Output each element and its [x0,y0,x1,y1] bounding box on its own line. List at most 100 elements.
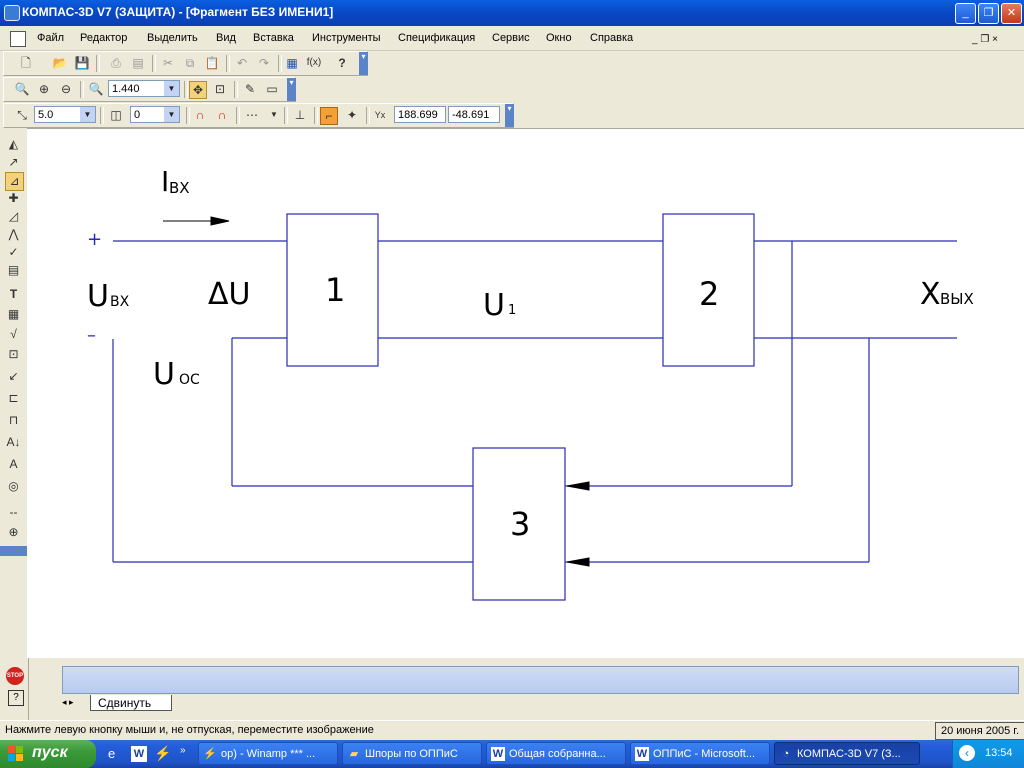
drawing-canvas[interactable]: I ВХ + – U ВХ ΔU U ОС U 1 X ВЫХ 1 2 3 [27,128,1024,659]
mdi-controls[interactable]: _ ❐ × [972,34,998,45]
menu-window[interactable]: Окно [546,32,572,44]
task-kompas[interactable]: ◔ КОМПАС-3D V7 (З... [774,742,920,765]
report-icon[interactable]: ▤ [5,262,22,279]
save-icon[interactable]: 💾 [74,55,90,71]
current-arrow-head [210,216,230,226]
coord-y-field[interactable]: -48.691 [448,106,500,123]
undo-icon[interactable]: ↶ [234,55,250,71]
menu-select[interactable]: Выделить [147,32,198,44]
paste-icon[interactable]: 📋 [204,55,220,71]
restore-button[interactable]: ❐ [978,3,999,24]
show-all-icon[interactable]: ⊡ [212,81,228,97]
chevron-down-icon[interactable]: ▼ [164,81,179,96]
layers-icon[interactable]: ◫ [108,107,124,123]
pan-icon[interactable]: ✥ [189,81,207,99]
print-icon[interactable]: ⎙ [108,55,124,71]
round-icon[interactable]: ✦ [344,107,360,123]
property-panel: STOP ? ◂ ▸ Сдвинуть [0,658,1024,720]
stop-icon[interactable]: STOP [6,667,24,685]
zoom-combo[interactable]: 1.440 ▼ [108,80,180,97]
text-icon[interactable]: T [5,286,22,303]
function-fx-icon[interactable]: f(x) [306,55,322,71]
library-icon[interactable]: ▦ [284,55,300,71]
coord-x-field[interactable]: 188.699 [394,106,446,123]
close-button[interactable]: ✕ [1001,3,1022,24]
preview-icon[interactable]: ▤ [130,55,146,71]
start-button[interactable]: пуск [0,740,96,768]
select-icon[interactable]: ⋀ [5,226,22,243]
kompas-app-icon[interactable] [4,5,20,21]
snap-magnet-icon[interactable]: ∩ [192,107,208,123]
tab-scroll-arrows[interactable]: ◂ ▸ [62,697,84,711]
local-snap-icon[interactable]: ∩ [214,107,230,123]
zoom-in-icon[interactable]: ⊕ [36,81,52,97]
open-file-icon[interactable]: 📂 [52,55,68,71]
section-icon[interactable]: A [5,456,22,473]
refresh-icon[interactable]: ✎ [242,81,258,97]
redo-icon[interactable]: ↷ [256,55,272,71]
geometry-icon[interactable]: ◭ [5,136,22,153]
task-folder-label: Шпоры по ОППиС [365,748,458,760]
ie-icon[interactable]: e [108,746,124,762]
chevron-down-icon[interactable]: ▼ [80,107,95,122]
base-icon[interactable]: ⊡ [5,346,22,363]
winamp-quick-icon[interactable]: ⚡ [154,745,171,761]
menu-insert[interactable]: Вставка [253,32,294,44]
leader-icon[interactable]: ↙ [5,368,22,385]
word-quick-icon[interactable]: W [131,746,147,762]
document-icon[interactable] [10,31,26,47]
menu-view[interactable]: Вид [216,32,236,44]
new-file-icon[interactable]: 🗋 [18,55,34,71]
zoom-window-icon[interactable]: 🔍 [14,81,30,97]
copy-icon[interactable]: ⧉ [182,55,198,71]
chevron-down-icon[interactable]: ▼ [164,107,179,122]
cut-icon[interactable]: ✂ [160,55,176,71]
measure-icon[interactable]: ◿ [5,208,22,225]
context-help-icon[interactable]: ? [334,55,350,71]
marker-icon[interactable]: ◎ [5,478,22,495]
grid-dropdown-icon[interactable]: ▼ [266,107,282,123]
roughness-icon[interactable]: √ [5,326,22,343]
menu-help[interactable]: Справка [590,32,633,44]
panel-expand-icon[interactable] [0,546,27,556]
centerline-icon[interactable]: -- [5,504,22,521]
toolbar-options-icon[interactable]: ▾ [287,78,296,101]
toolbar-options-icon[interactable]: ▾ [505,104,514,127]
menu-tools[interactable]: Инструменты [312,32,381,44]
tray-expand-icon[interactable]: ‹ [959,745,975,761]
clock[interactable]: 13:54 [985,747,1013,759]
task-winamp[interactable]: ⚡ op) - Winamp *** ... [198,742,338,765]
table-icon[interactable]: ▦ [5,306,22,323]
spec-icon[interactable]: ✓ [5,244,22,261]
view-arrow-icon[interactable]: ⊓ [5,412,22,429]
title-bar[interactable]: КОМПАС-3D V7 (ЗАЩИТА) - [Фрагмент БЕЗ ИМ… [0,0,1024,26]
toolbar-separator [366,107,370,124]
parametrize-icon[interactable]: ✚ [5,190,22,207]
step-combo[interactable]: 5.0 ▼ [34,106,96,123]
center-mark-icon[interactable]: ⊕ [5,524,22,541]
axis-icon[interactable]: A↓ [5,434,22,451]
ortho-mode-icon[interactable]: ⌐ [320,107,338,125]
tab-move[interactable]: Сдвинуть [90,695,172,711]
grid-icon[interactable]: ⋯ [244,107,260,123]
cursor-step-icon[interactable]: ⤡ [14,107,30,123]
menu-editor[interactable]: Редактор [80,32,127,44]
task-word-2[interactable]: W ОППиС - Microsoft... [630,742,770,765]
zoom-scale-icon[interactable]: 🔍 [88,81,104,97]
help-icon[interactable]: ? [8,690,24,706]
task-word-1[interactable]: W Общая собранна... [486,742,626,765]
quicklaunch-chevron-icon[interactable]: » [180,745,186,756]
menu-file[interactable]: Файл [37,32,64,44]
minimize-button[interactable]: _ [955,3,976,24]
menu-specification[interactable]: Спецификация [398,32,475,44]
tolerance-icon[interactable]: ⊏ [5,390,22,407]
local-cs-icon[interactable]: ⊥ [292,107,308,123]
task-folder[interactable]: ▰ Шпоры по ОППиС [342,742,482,765]
menu-service[interactable]: Сервис [492,32,530,44]
toolbar-options-icon[interactable]: ▾ [359,52,368,75]
screen-icon[interactable]: ▭ [264,81,280,97]
zoom-out-icon[interactable]: ⊖ [58,81,74,97]
dimensions-icon[interactable]: ↗ [5,154,22,171]
layer-combo[interactable]: 0 ▼ [130,106,180,123]
edit-icon[interactable]: ⊿ [5,172,24,191]
